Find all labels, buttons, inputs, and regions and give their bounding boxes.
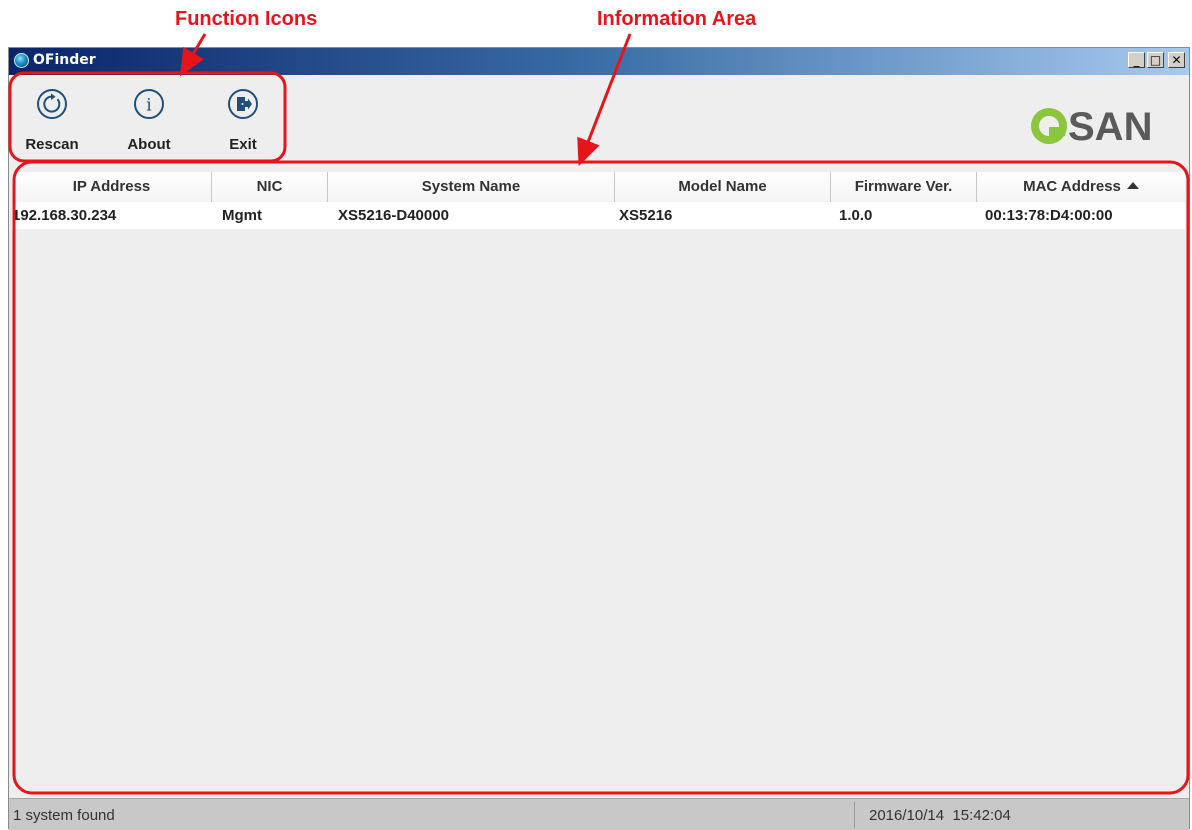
about-button[interactable]: i About	[114, 78, 184, 160]
sort-ascending-icon	[1126, 181, 1139, 189]
col-system-name[interactable]: System Name	[328, 172, 615, 202]
rescan-button[interactable]: Rescan	[17, 78, 87, 160]
status-bar: 1 system found 2016/10/14 15:42:04	[9, 798, 1189, 830]
function-toolbar: Rescan i About Exit SAN	[9, 75, 1189, 163]
col-label: System Name	[421, 178, 521, 195]
maximize-button[interactable]: □	[1147, 52, 1164, 68]
cell-firmware-ver: 1.0.0	[839, 207, 873, 224]
status-divider	[854, 802, 855, 828]
col-label: Model Name	[678, 178, 767, 195]
col-firmware-ver[interactable]: Firmware Ver.	[831, 172, 977, 202]
about-label: About	[127, 136, 171, 153]
information-area-annotation: Information Area	[597, 8, 757, 30]
col-mac-address[interactable]: MAC Address	[977, 172, 1185, 202]
svg-text:i: i	[146, 96, 152, 116]
window-title: OFinder	[33, 52, 96, 68]
exit-label: Exit	[229, 136, 257, 153]
app-globe-icon	[14, 53, 29, 68]
table-header: IP Address NIC System Name Model Name Fi…	[12, 172, 1185, 203]
cell-ip-address: 192.168.30.234	[12, 207, 117, 224]
info-icon: i	[134, 89, 164, 119]
close-button[interactable]: ✕	[1168, 52, 1185, 68]
exit-icon	[228, 89, 258, 119]
title-bar[interactable]: OFinder _ □ ✕	[9, 48, 1189, 75]
status-timestamp: 2016/10/14 15:42:04	[869, 807, 1011, 824]
information-area: IP Address NIC System Name Model Name Fi…	[12, 172, 1185, 794]
exit-button[interactable]: Exit	[208, 78, 278, 160]
table-row[interactable]: 192.168.30.234 Mgmt XS5216-D40000 XS5216…	[12, 202, 1185, 229]
col-ip-address[interactable]: IP Address	[12, 172, 212, 202]
refresh-icon	[37, 89, 67, 119]
col-model-name[interactable]: Model Name	[615, 172, 831, 202]
qsan-logo: SAN	[1031, 105, 1152, 146]
col-label: Firmware Ver.	[854, 178, 953, 195]
col-label: NIC	[256, 178, 283, 195]
col-label: MAC Address	[1023, 178, 1121, 195]
col-label: IP Address	[72, 178, 151, 195]
ofinder-window: OFinder _ □ ✕ Rescan i About Exit SAN IP…	[8, 47, 1190, 830]
status-systems-found: 1 system found	[13, 807, 115, 824]
cell-mac-address: 00:13:78:D4:00:00	[985, 207, 1113, 224]
svg-text:SAN: SAN	[1068, 105, 1152, 146]
cell-nic: Mgmt	[222, 207, 262, 224]
cell-model-name: XS5216	[619, 207, 673, 224]
rescan-label: Rescan	[25, 136, 79, 153]
cell-system-name: XS5216-D40000	[338, 207, 449, 224]
minimize-button[interactable]: _	[1128, 52, 1145, 68]
function-icons-annotation: Function Icons	[175, 8, 318, 30]
col-nic[interactable]: NIC	[212, 172, 328, 202]
